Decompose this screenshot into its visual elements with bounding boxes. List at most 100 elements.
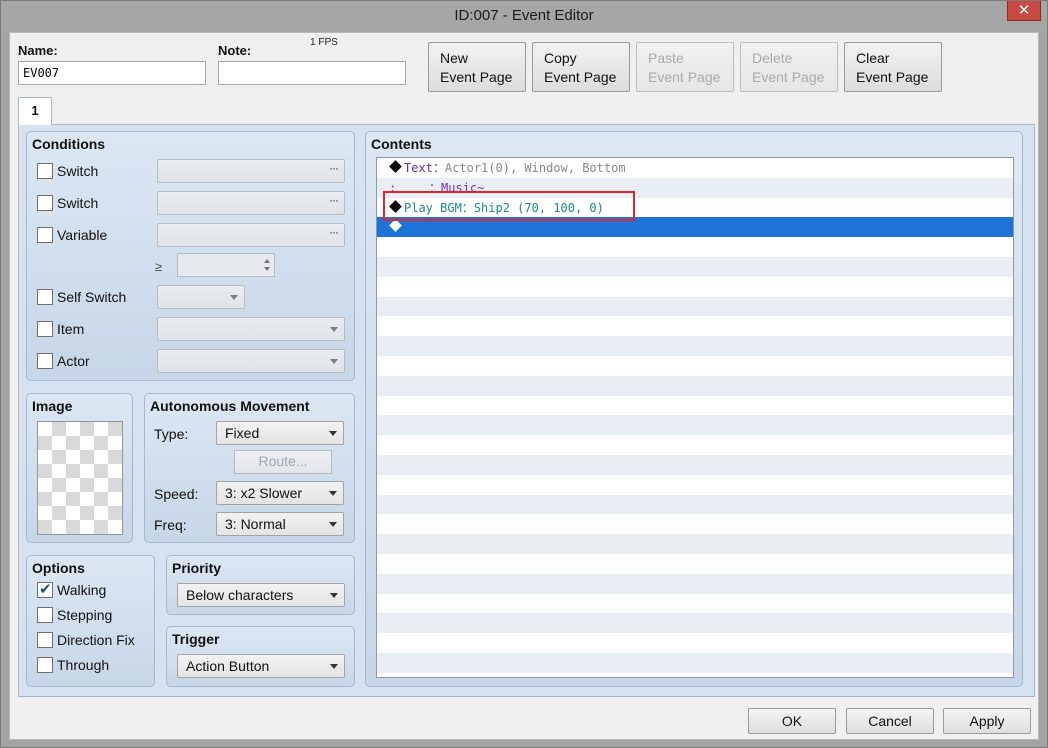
chevron-down-icon bbox=[330, 327, 338, 332]
chevron-down-icon bbox=[330, 593, 338, 598]
movement-freq-select[interactable]: 3: Normal bbox=[216, 512, 344, 536]
item-checkbox[interactable] bbox=[37, 321, 53, 337]
switch2-field[interactable]: ··· bbox=[157, 191, 345, 215]
switch1-label: Switch bbox=[57, 163, 99, 179]
variable-value-spinner[interactable] bbox=[177, 253, 275, 277]
movement-speed-select[interactable]: 3: x2 Slower bbox=[216, 481, 344, 505]
conditions-group: Conditions Switch ··· Switch ··· Variabl… bbox=[26, 131, 355, 381]
empty-row bbox=[377, 356, 1013, 376]
direction-fix-label: Direction Fix bbox=[57, 632, 135, 648]
browse-icon: ··· bbox=[329, 225, 339, 239]
empty-row bbox=[377, 316, 1013, 336]
close-button[interactable]: ✕ bbox=[1007, 1, 1041, 21]
command-row-selected[interactable] bbox=[377, 217, 1013, 238]
image-title: Image bbox=[32, 398, 73, 414]
copy-event-page-line1: Copy bbox=[544, 50, 577, 66]
options-title: Options bbox=[32, 560, 85, 576]
stepping-label: Stepping bbox=[57, 607, 113, 623]
window-title: ID:007 - Event Editor bbox=[454, 7, 594, 24]
ok-button[interactable]: OK bbox=[748, 708, 836, 734]
spin-down-icon[interactable] bbox=[264, 267, 270, 271]
copy-event-page-line2: Event Page bbox=[544, 69, 617, 85]
through-checkbox[interactable] bbox=[37, 657, 53, 673]
cancel-button[interactable]: Cancel bbox=[846, 708, 934, 734]
empty-row bbox=[377, 415, 1013, 436]
event-image-preview[interactable] bbox=[37, 421, 123, 535]
chevron-down-icon bbox=[330, 664, 338, 669]
clear-event-page-line1: Clear bbox=[856, 50, 890, 66]
delete-event-page-button[interactable]: Delete Event Page bbox=[740, 42, 838, 92]
variable-field[interactable]: ··· bbox=[157, 223, 345, 247]
clear-event-page-line2: Event Page bbox=[856, 69, 929, 85]
empty-row bbox=[377, 594, 1013, 614]
trigger-select[interactable]: Action Button bbox=[177, 654, 345, 678]
empty-row bbox=[377, 336, 1013, 356]
image-group: Image bbox=[26, 393, 133, 543]
note-label: Note: bbox=[218, 43, 252, 58]
empty-row bbox=[377, 237, 1013, 257]
priority-group: Priority Below characters bbox=[166, 555, 355, 615]
switch2-checkbox[interactable] bbox=[37, 195, 53, 211]
empty-row bbox=[377, 494, 1013, 515]
trigger-value: Action Button bbox=[186, 658, 270, 674]
switch1-field[interactable]: ··· bbox=[157, 159, 345, 183]
item-label: Item bbox=[57, 321, 85, 337]
item-select[interactable] bbox=[157, 317, 345, 341]
spin-up-icon[interactable] bbox=[264, 259, 270, 263]
event-command-list[interactable]: Text：Actor1(0), Window, Bottom : ：Music~ … bbox=[376, 157, 1014, 678]
empty-row bbox=[377, 277, 1013, 297]
walking-checkbox[interactable] bbox=[37, 580, 53, 598]
self-switch-checkbox[interactable] bbox=[37, 289, 53, 305]
self-switch-label: Self Switch bbox=[57, 289, 127, 305]
variable-checkbox[interactable] bbox=[37, 227, 53, 243]
tab-page-1[interactable]: 1 bbox=[18, 97, 52, 125]
note-field[interactable] bbox=[218, 61, 406, 85]
chevron-down-icon bbox=[329, 431, 337, 436]
command-row[interactable]: : ：Music~ bbox=[377, 177, 1013, 198]
empty-row bbox=[377, 534, 1013, 554]
priority-select[interactable]: Below characters bbox=[177, 583, 345, 607]
empty-row bbox=[377, 256, 1013, 277]
stepping-checkbox[interactable] bbox=[37, 607, 53, 623]
command-row[interactable]: Text：Actor1(0), Window, Bottom bbox=[377, 158, 1013, 178]
new-event-page-button[interactable]: New Event Page bbox=[428, 42, 526, 92]
apply-button[interactable]: Apply bbox=[943, 708, 1031, 734]
paste-event-page-button[interactable]: Paste Event Page bbox=[636, 42, 734, 92]
switch1-checkbox[interactable] bbox=[37, 163, 53, 179]
autonomous-movement-group: Autonomous Movement Type: Fixed Route...… bbox=[144, 393, 355, 543]
command-row[interactable]: Play BGM：Ship2 (70, 100, 0) bbox=[377, 198, 1013, 218]
browse-icon: ··· bbox=[329, 193, 339, 207]
paste-event-page-line1: Paste bbox=[648, 50, 684, 66]
options-group: Options Walking Stepping Direction Fix T… bbox=[26, 555, 155, 687]
editor-client: Name: EV007 Note: 1 FPS New Event Page C… bbox=[9, 32, 1039, 740]
priority-title: Priority bbox=[172, 560, 222, 576]
paste-event-page-line2: Event Page bbox=[648, 69, 721, 85]
greater-equal-symbol: ≥ bbox=[155, 259, 163, 274]
trigger-title: Trigger bbox=[172, 631, 220, 647]
freq-label: Freq: bbox=[154, 517, 187, 533]
copy-event-page-button[interactable]: Copy Event Page bbox=[532, 42, 630, 92]
command-marker-icon bbox=[389, 199, 402, 213]
variable-label: Variable bbox=[57, 227, 108, 243]
clear-event-page-button[interactable]: Clear Event Page bbox=[844, 42, 942, 92]
empty-row bbox=[377, 633, 1013, 653]
movement-type-select[interactable]: Fixed bbox=[216, 421, 344, 445]
movement-type-value: Fixed bbox=[225, 425, 260, 441]
switch2-label: Switch bbox=[57, 195, 99, 211]
route-button[interactable]: Route... bbox=[234, 450, 332, 474]
actor-select[interactable] bbox=[157, 349, 345, 373]
self-switch-select[interactable] bbox=[157, 285, 245, 309]
empty-row bbox=[377, 375, 1013, 396]
trigger-group: Trigger Action Button bbox=[166, 626, 355, 687]
fps-counter: 1 FPS bbox=[310, 37, 338, 48]
movement-freq-value: 3: Normal bbox=[225, 516, 286, 532]
empty-row bbox=[377, 673, 1013, 677]
title-bar[interactable]: ID:007 - Event Editor ✕ bbox=[1, 1, 1047, 31]
actor-checkbox[interactable] bbox=[37, 353, 53, 369]
command-marker-icon bbox=[389, 219, 402, 233]
contents-title: Contents bbox=[371, 136, 432, 152]
name-field[interactable]: EV007 bbox=[18, 61, 206, 85]
direction-fix-checkbox[interactable] bbox=[37, 632, 53, 648]
empty-row bbox=[377, 554, 1013, 574]
conditions-title: Conditions bbox=[32, 136, 106, 152]
